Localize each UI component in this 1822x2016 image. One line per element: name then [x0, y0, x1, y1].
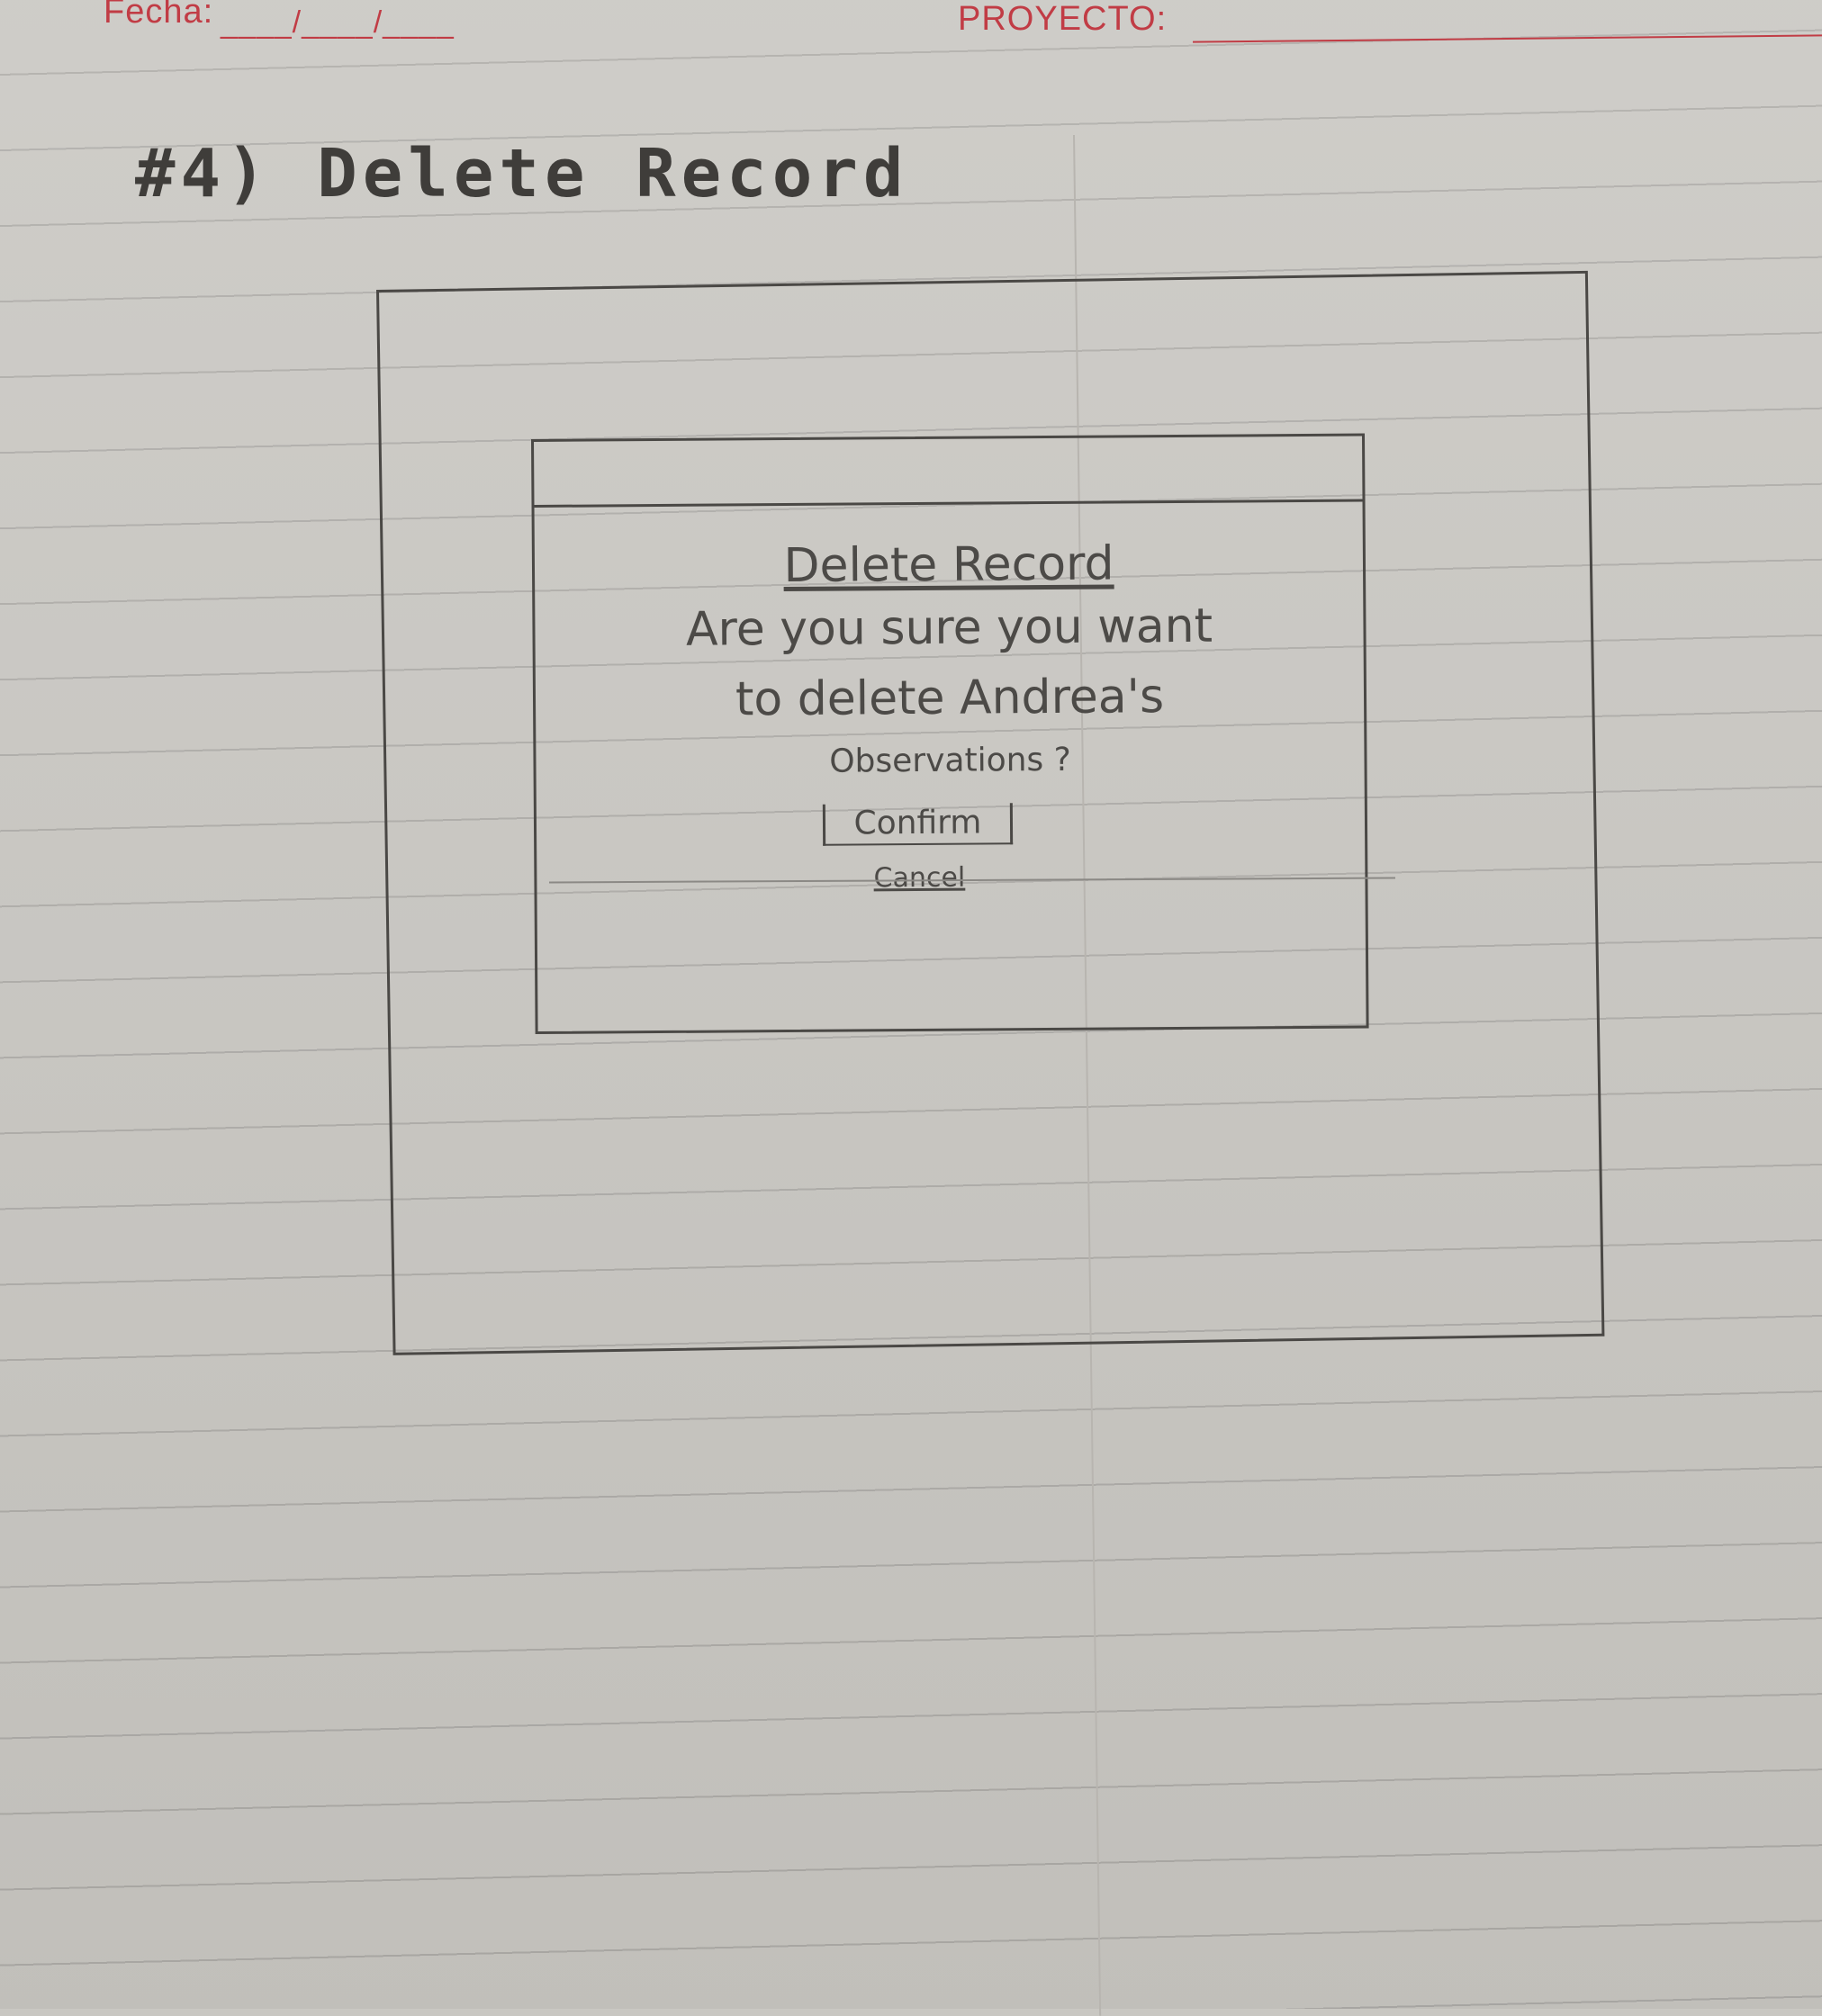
cancel-button[interactable]: Cancel	[870, 862, 969, 895]
dialog-title: Delete Record	[783, 536, 1114, 594]
dialog-message-line-1: Are you sure you want	[685, 598, 1213, 657]
dialog-message-line-3: Observations ?	[829, 741, 1071, 780]
project-label: PROYECTO:	[958, 0, 1168, 38]
project-line	[1193, 34, 1822, 43]
date-blanks: ____/____/____	[221, 5, 455, 40]
delete-record-dialog: Delete Record Are you sure you want to d…	[531, 433, 1369, 1034]
notebook-page: Fecha: ____/____/____ PROYECTO: #4) Dele…	[0, 0, 1822, 2016]
confirm-button[interactable]: Confirm	[822, 803, 1014, 846]
dialog-titlebar	[534, 436, 1363, 508]
date-label: Fecha:	[104, 0, 214, 31]
dialog-message-line-2: to delete Andrea's	[735, 670, 1165, 727]
page-heading: #4) Delete Record	[135, 135, 909, 212]
